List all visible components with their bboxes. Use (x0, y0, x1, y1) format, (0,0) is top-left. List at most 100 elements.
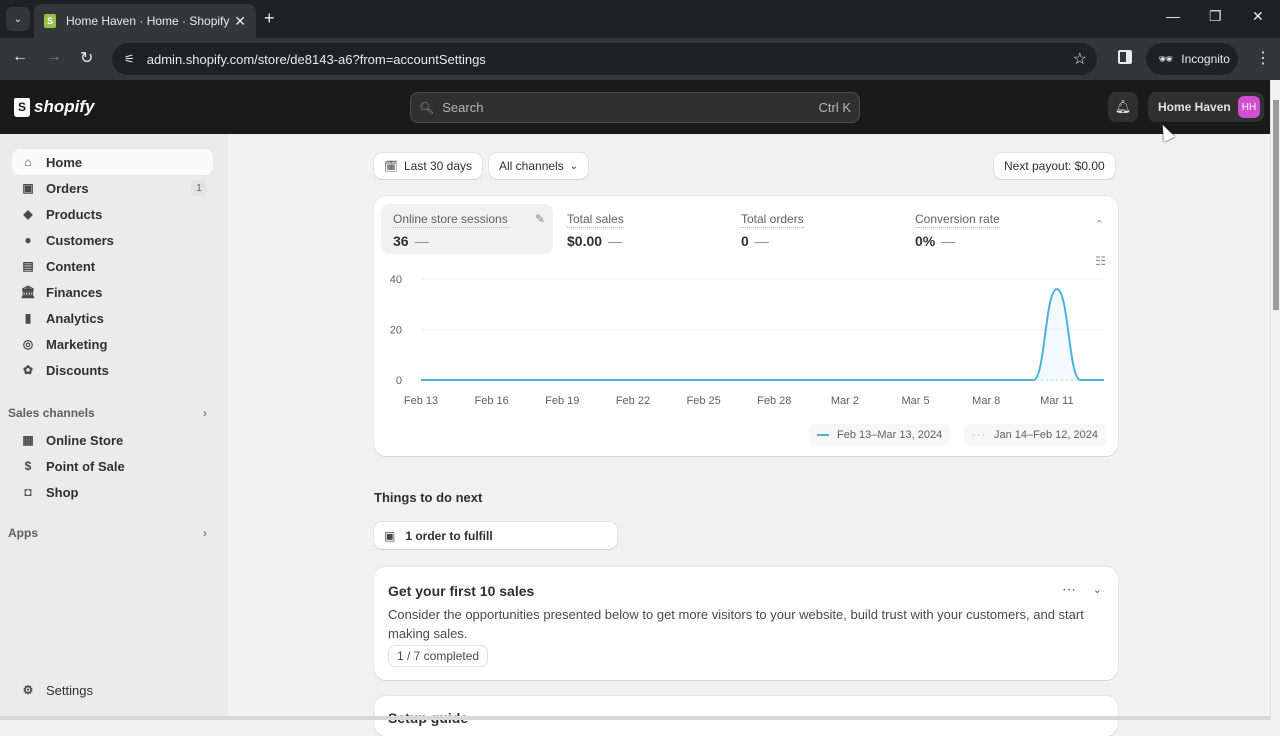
storefront-icon: ▦ (22, 433, 34, 447)
more-actions-icon[interactable]: ⋯ (1062, 581, 1076, 598)
horizontal-scrollbar[interactable] (0, 716, 1270, 720)
card-description: Consider the opportunities presented bel… (388, 607, 1084, 641)
x-tick-label: Feb 25 (686, 395, 720, 407)
sidebar-item-orders[interactable]: ▣ Orders 1 (12, 175, 213, 201)
store-name: Home Haven (1158, 100, 1231, 114)
sidebar-item-online-store[interactable]: ▦ Online Store (12, 427, 213, 453)
scrollbar-thumb[interactable] (1273, 100, 1279, 310)
search-input[interactable] (442, 100, 819, 115)
y-tick-label: 0 (396, 375, 402, 387)
shopify-favicon-icon: S (44, 14, 56, 28)
browser-menu-icon[interactable]: ⋮ (1255, 48, 1271, 68)
vertical-scrollbar[interactable] (1270, 80, 1280, 720)
legend-dotted-line-icon: ··· (972, 429, 986, 441)
url-text[interactable]: admin.shopify.com/store/de8143-a6?from=a… (147, 52, 1073, 67)
date-range-label: Last 30 days (403, 159, 473, 173)
sidebar-item-discounts[interactable]: ✿ Discounts (12, 357, 213, 383)
forward-icon[interactable]: → (46, 48, 62, 66)
apps-header[interactable]: Apps › (8, 526, 213, 540)
sidebar-item-content[interactable]: ▤ Content (12, 253, 213, 279)
logo-text: shopify (34, 97, 95, 116)
orders-count-badge: 1 (191, 180, 207, 196)
x-tick-label: Feb 19 (545, 395, 579, 407)
tab-list-button[interactable]: ⌄ (6, 7, 30, 31)
sales-channels-label: Sales channels (8, 406, 95, 420)
x-tick-label: Mar 5 (902, 395, 930, 407)
back-icon[interactable]: ← (12, 48, 28, 66)
reload-icon[interactable]: ↻ (80, 48, 93, 68)
shop-icon: ◘ (24, 485, 32, 499)
incognito-badge[interactable]: 🕶 Incognito (1146, 43, 1238, 75)
sidebar-item-label: Customers (46, 232, 114, 248)
chevron-down-icon[interactable]: ⌄ (1093, 583, 1102, 596)
sidebar-item-label: Content (46, 258, 96, 274)
pos-icon: $ (24, 459, 32, 473)
sidebar-item-shop[interactable]: ◘ Shop (12, 479, 213, 505)
sessions-chart: 0 20 40 Feb 13 Feb 16 Feb 19 Feb 22 Feb 25 Feb … (390, 274, 1104, 407)
legend-previous-period[interactable]: ··· Jan 14–Feb 12, 2024 (964, 424, 1106, 446)
store-menu-button[interactable]: Home Haven HH (1148, 92, 1264, 122)
date-range-button[interactable]: 🗓︎ Last 30 days (374, 153, 483, 179)
chevron-down-icon: ⌄ (569, 160, 579, 172)
side-panel-icon[interactable] (1118, 50, 1132, 64)
sidebar-item-marketing[interactable]: ◎ Marketing (12, 331, 213, 357)
sidebar-item-label: Finances (46, 284, 103, 300)
new-tab-button[interactable]: + (264, 8, 275, 29)
main-content: 🗓︎ Last 30 days All channels ⌄ Next payout… (228, 134, 1270, 736)
card-title: Get your first 10 sales (388, 583, 535, 599)
tag-icon: ◆ (23, 207, 33, 221)
browser-tab[interactable]: S Home Haven · Home · Shopify ✕ (34, 4, 256, 38)
x-tick-label: Mar 8 (972, 395, 1000, 407)
search-icon: 🔍︎ (419, 100, 435, 115)
bank-icon: 🏛 (20, 285, 36, 299)
sidebar-item-home[interactable]: ⌂ Home (12, 149, 213, 175)
sidebar-item-label: Online Store (46, 432, 124, 448)
sidebar-item-label: Discounts (46, 362, 109, 378)
minimize-icon[interactable]: — (1166, 8, 1180, 24)
x-tick-label: Mar 2 (831, 395, 859, 407)
admin-top-bar: S shopify 🔍︎ Ctrl K 🔔︎ Home Haven HH (0, 80, 1270, 134)
x-tick-label: Feb 13 (404, 395, 438, 407)
incognito-icon: 🕶 (1158, 52, 1174, 66)
sidebar-item-finances[interactable]: 🏛 Finances (12, 279, 213, 305)
shopify-bag-icon: S (14, 97, 30, 117)
site-info-icon[interactable]: ⚟ (124, 52, 135, 66)
first-sales-card: Get your first 10 sales Consider the opp… (374, 567, 1118, 680)
next-payout-button[interactable]: Next payout: $0.00 (994, 153, 1115, 179)
address-bar[interactable]: ⚟ admin.shopify.com/store/de8143-a6?from… (112, 43, 1097, 75)
bookmark-star-icon[interactable]: ☆ (1073, 49, 1087, 69)
legend-current-period[interactable]: Feb 13–Mar 13, 2024 (809, 424, 951, 446)
discount-icon: ✿ (22, 363, 34, 377)
next-payout-label: Next payout: $0.00 (1004, 159, 1105, 173)
sidebar-item-label: Orders (46, 180, 89, 196)
shopify-logo[interactable]: S shopify (14, 97, 94, 117)
calendar-icon: 🗓︎ (384, 160, 398, 173)
x-tick-label: Feb 28 (757, 395, 791, 407)
search-bar[interactable]: 🔍︎ Ctrl K (410, 92, 860, 123)
channel-filter-button[interactable]: All channels ⌄ (489, 153, 589, 179)
restore-icon[interactable]: ❐ (1209, 8, 1222, 25)
chevron-down-icon: ⌄ (13, 13, 23, 25)
legend-solid-line-icon (817, 434, 829, 436)
sidebar-item-settings[interactable]: ⚙ Settings (12, 677, 213, 703)
channel-filter-label: All channels (499, 159, 564, 173)
task-label: 1 order to fulfill (405, 528, 493, 543)
sales-channels-header[interactable]: Sales channels › (8, 406, 213, 420)
sidebar-item-label: Shop (46, 484, 79, 500)
window-close-icon[interactable]: ✕ (1252, 8, 1264, 25)
sidebar-item-label: Analytics (46, 310, 104, 326)
bar-chart-icon: ▮ (24, 311, 32, 325)
x-tick-label: Feb 22 (616, 395, 650, 407)
notifications-button[interactable]: 🔔︎ (1108, 92, 1138, 122)
sidebar-item-customers[interactable]: ● Customers (12, 227, 213, 253)
chevron-right-icon: › (203, 526, 207, 540)
series-line-current (421, 288, 1104, 381)
close-tab-icon[interactable]: ✕ (234, 13, 246, 30)
sidebar-item-label: Settings (46, 682, 93, 698)
orders-to-fulfill-link[interactable]: ▣ 1 order to fulfill (374, 522, 617, 549)
target-icon: ◎ (22, 337, 34, 351)
sidebar-item-point-of-sale[interactable]: $ Point of Sale (12, 453, 213, 479)
sidebar-item-products[interactable]: ◆ Products (12, 201, 213, 227)
sidebar-item-analytics[interactable]: ▮ Analytics (12, 305, 213, 331)
inbox-icon: ▣ (22, 181, 34, 195)
